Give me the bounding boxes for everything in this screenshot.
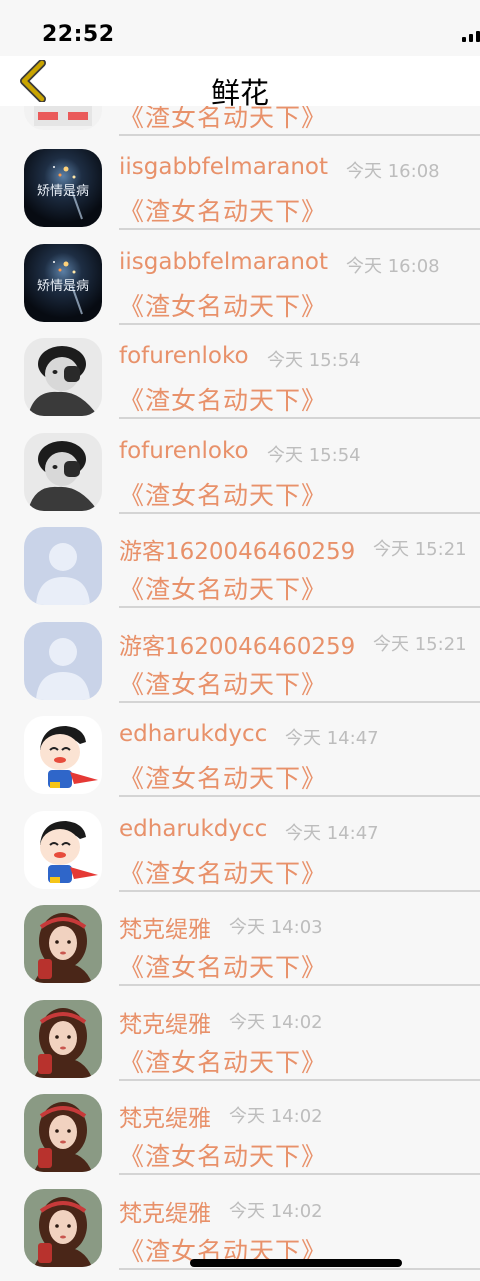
divider xyxy=(119,228,480,230)
list-item[interactable]: 游客1620046460259 今天 15:21 《渣女名动天下》 xyxy=(0,524,480,619)
avatar[interactable]: 矫情是病 xyxy=(24,149,102,227)
divider xyxy=(119,1078,480,1081)
timestamp: 今天 14:02 xyxy=(229,1106,323,1127)
avatar[interactable] xyxy=(24,338,102,416)
avatar[interactable] xyxy=(24,716,102,794)
divider xyxy=(119,134,480,136)
gift-name: 《渣女名动天下》 xyxy=(119,1142,328,1171)
avatar[interactable] xyxy=(24,621,102,700)
username[interactable]: fofurenloko xyxy=(119,438,249,464)
list-item[interactable]: edharukdycc 今天 14:47 《渣女名动天下》 xyxy=(0,713,480,808)
avatar[interactable] xyxy=(24,999,102,1078)
username[interactable]: fofurenloko xyxy=(119,343,249,369)
timestamp: 今天 15:54 xyxy=(267,350,361,371)
username[interactable]: 游客1620046460259 xyxy=(119,532,355,566)
gift-name: 《渣女名动天下》 xyxy=(119,858,328,888)
list-item[interactable]: edharukdycc 今天 14:47 《渣女名动天下》 xyxy=(0,808,480,903)
gift-name: 《渣女名动天下》 xyxy=(119,953,328,982)
page-title: 鲜花 xyxy=(210,76,269,110)
divider xyxy=(119,889,480,892)
divider xyxy=(119,1267,480,1270)
divider xyxy=(119,606,480,608)
timestamp: 今天 14:03 xyxy=(229,917,323,938)
gift-name: 《渣女名动天下》 xyxy=(119,197,328,226)
list-item[interactable]: 矫情是病 iisgabbfelmaranot 今天 16:08 《渣女名动天下》 xyxy=(0,146,480,241)
gift-name: 《渣女名动天下》 xyxy=(119,291,328,321)
avatar[interactable] xyxy=(24,1094,102,1172)
gift-name: 《渣女名动天下》 xyxy=(119,480,328,510)
home-indicator xyxy=(190,1259,402,1267)
avatar[interactable] xyxy=(24,905,102,983)
username[interactable]: 梵克缇雅 xyxy=(119,1194,211,1228)
timestamp: 今天 14:47 xyxy=(285,822,379,844)
list-item[interactable]: 梵克缇雅 今天 14:02 《渣女名动天下》 xyxy=(0,1091,480,1186)
timestamp: 今天 15:21 xyxy=(373,633,467,655)
gift-name: 《渣女名动天下》 xyxy=(119,386,328,415)
avatar[interactable]: 矫情是病 xyxy=(24,243,102,322)
avatar[interactable] xyxy=(24,1188,102,1267)
list-item[interactable]: 游客1620046460259 今天 15:21 《渣女名动天下》 xyxy=(0,619,480,714)
gift-name: 《渣女名动天下》 xyxy=(119,1047,328,1077)
timestamp: 今天 14:02 xyxy=(229,1011,323,1033)
divider xyxy=(119,700,480,703)
list-item[interactable]: fofurenloko 今天 15:54 《渣女名动天下》 xyxy=(0,335,480,430)
status-time: 22:52 xyxy=(42,22,115,47)
list-item[interactable]: fofurenloko 今天 15:54 《渣女名动天下》 xyxy=(0,430,480,525)
divider xyxy=(119,795,480,797)
timestamp: 今天 16:08 xyxy=(346,161,440,182)
timestamp: 今天 14:47 xyxy=(285,728,379,749)
divider xyxy=(119,417,480,419)
list-item[interactable]: 梵克缇雅 今天 14:02 《渣女名动天下》 xyxy=(0,997,480,1092)
timestamp: 今天 16:08 xyxy=(346,255,440,277)
username[interactable]: edharukdycc xyxy=(119,721,267,747)
nav-bar: 鲜花 xyxy=(0,56,480,110)
divider xyxy=(119,322,480,325)
username[interactable]: edharukdycc xyxy=(119,816,267,842)
gift-name: 《渣女名动天下》 xyxy=(119,669,328,699)
list-item[interactable]: 矫情是病 iisgabbfelmaranot 今天 16:08 《渣女名动天下》 xyxy=(0,241,480,336)
gift-name: 《渣女名动天下》 xyxy=(119,575,328,604)
username[interactable]: iisgabbfelmaranot xyxy=(119,154,328,180)
avatar[interactable] xyxy=(24,432,102,511)
gift-name: 《渣女名动天下》 xyxy=(119,764,328,793)
divider xyxy=(119,984,480,986)
divider xyxy=(119,1173,480,1175)
avatar[interactable] xyxy=(24,527,102,605)
svg-text:矫情是病: 矫情是病 xyxy=(37,279,89,294)
list-item[interactable]: 梵克缇雅 今天 14:03 《渣女名动天下》 xyxy=(0,902,480,997)
divider xyxy=(119,511,480,514)
timestamp: 今天 14:02 xyxy=(229,1200,323,1222)
timestamp: 今天 15:21 xyxy=(373,539,467,560)
username[interactable]: iisgabbfelmaranot xyxy=(119,249,328,275)
username[interactable]: 梵克缇雅 xyxy=(119,1005,211,1039)
signal-icon xyxy=(462,31,480,42)
avatar[interactable] xyxy=(24,810,102,889)
username[interactable]: 梵克缇雅 xyxy=(119,910,211,944)
status-bar: 22:52 xyxy=(0,0,480,56)
svg-text:矫情是病: 矫情是病 xyxy=(37,184,89,199)
username[interactable]: 游客1620046460259 xyxy=(119,627,355,661)
username[interactable]: 梵克缇雅 xyxy=(119,1099,211,1133)
timestamp: 今天 15:54 xyxy=(267,444,361,466)
